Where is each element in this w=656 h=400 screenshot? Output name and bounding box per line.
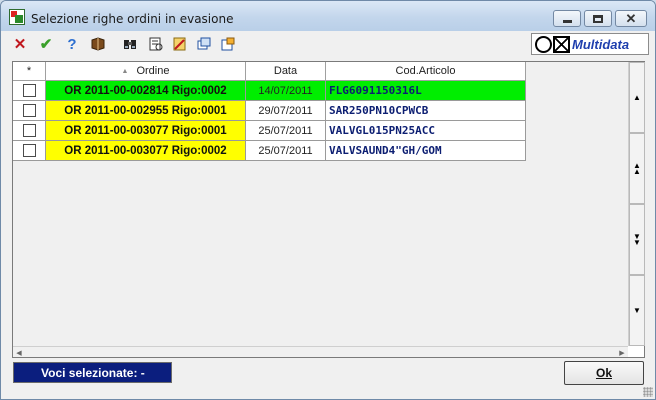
help-icon[interactable]: ?: [63, 35, 81, 53]
book-icon[interactable]: [89, 35, 107, 53]
page-up-icon: ▲ ▲: [633, 160, 641, 176]
column-header-ordine[interactable]: ▲ Ordine: [46, 62, 246, 81]
column-header-data-label: Data: [273, 65, 298, 77]
toolbar: ✕ ✔ ? Multidata: [1, 31, 655, 57]
minimize-button[interactable]: [553, 10, 581, 27]
codice-cell[interactable]: VALVSAUND4"GH/GOM: [326, 141, 526, 161]
confirm-check-icon[interactable]: ✔: [37, 35, 55, 53]
horizontal-scrollbar[interactable]: ◀ ▶: [13, 346, 628, 357]
last-icon: ▼: [633, 306, 641, 315]
data-cell[interactable]: 14/07/2011: [246, 81, 326, 101]
row-checkbox-cell[interactable]: [13, 121, 46, 141]
maximize-icon: [593, 14, 603, 23]
codice-cell[interactable]: VALVGL015PN25ACC: [326, 121, 526, 141]
delete-icon[interactable]: ✕: [11, 35, 29, 53]
first-icon: ▲: [633, 93, 641, 102]
scroll-last-button[interactable]: ▼: [629, 275, 645, 346]
column-header-ordine-label: Ordine: [136, 65, 170, 77]
row-checkbox[interactable]: [22, 124, 36, 137]
grid-viewport: * ▲ Ordine Data Cod.Articolo OR 2011-00-…: [13, 62, 628, 346]
dialog-window: Selezione righe ordini in evasione ✕ ✕ ✔…: [0, 0, 656, 400]
table-row[interactable]: OR 2011-00-002955 Rigo:0001 29/07/2011 S…: [13, 101, 526, 121]
row-checkbox-cell[interactable]: [13, 81, 46, 101]
binoculars-icon[interactable]: [121, 35, 139, 53]
logo-circle-icon: [535, 36, 552, 53]
data-cell[interactable]: 25/07/2011: [246, 141, 326, 161]
table-row[interactable]: OR 2011-00-003077 Rigo:0001 25/07/2011 V…: [13, 121, 526, 141]
row-checkbox[interactable]: [22, 144, 36, 157]
orders-grid: * ▲ Ordine Data Cod.Articolo OR 2011-00-…: [12, 61, 645, 358]
ordine-cell[interactable]: OR 2011-00-002814 Rigo:0002: [46, 81, 246, 101]
title-bar[interactable]: Selezione righe ordini in evasione ✕: [1, 1, 655, 31]
codice-cell[interactable]: SAR250PN10CPWCB: [326, 101, 526, 121]
maximize-button[interactable]: [584, 10, 612, 27]
scroll-left-icon[interactable]: ◀: [13, 347, 25, 358]
print-preview-icon[interactable]: [147, 35, 165, 53]
selection-status: Voci selezionate: -: [13, 362, 172, 383]
scroll-page-up-button[interactable]: ▲ ▲: [629, 133, 645, 204]
row-checkbox[interactable]: [22, 104, 36, 117]
ok-button[interactable]: Ok: [564, 361, 644, 385]
vertical-scrollbar[interactable]: ▲ ▲ ▲ ▼ ▼ ▼: [628, 62, 645, 346]
resize-grip-icon[interactable]: [643, 387, 653, 397]
ordine-cell[interactable]: OR 2011-00-002955 Rigo:0001: [46, 101, 246, 121]
scroll-right-icon[interactable]: ▶: [616, 347, 628, 358]
codice-cell[interactable]: FLG6091150316L: [326, 81, 526, 101]
close-icon: ✕: [625, 11, 637, 26]
app-icon: [9, 9, 25, 25]
minimize-icon: [562, 20, 572, 23]
row-checkbox-cell[interactable]: [13, 141, 46, 161]
close-button[interactable]: ✕: [615, 10, 647, 27]
column-header-select[interactable]: *: [13, 62, 46, 81]
column-header-select-label: *: [26, 65, 32, 77]
copy-window-icon[interactable]: [195, 35, 213, 53]
column-header-codice[interactable]: Cod.Articolo: [326, 62, 526, 81]
data-cell[interactable]: 25/07/2011: [246, 121, 326, 141]
row-checkbox-cell[interactable]: [13, 101, 46, 121]
column-header-data[interactable]: Data: [246, 62, 326, 81]
brand-name: Multidata: [572, 37, 630, 52]
column-header-codice-label: Cod.Articolo: [395, 65, 456, 77]
row-checkbox[interactable]: [22, 84, 36, 97]
export-icon[interactable]: [219, 35, 237, 53]
sort-ascending-icon: ▲: [121, 67, 129, 75]
brand-logo: Multidata: [531, 33, 649, 55]
edit-doc-icon[interactable]: [171, 35, 189, 53]
window-title: Selezione righe ordini in evasione: [31, 12, 234, 26]
page-down-icon: ▼ ▼: [633, 231, 641, 247]
scroll-first-button[interactable]: ▲: [629, 62, 645, 133]
table-row[interactable]: OR 2011-00-002814 Rigo:0002 14/07/2011 F…: [13, 81, 526, 101]
scroll-page-down-button[interactable]: ▼ ▼: [629, 204, 645, 275]
table-row[interactable]: OR 2011-00-003077 Rigo:0002 25/07/2011 V…: [13, 141, 526, 161]
logo-cross-box-icon: [553, 36, 570, 53]
ordine-cell[interactable]: OR 2011-00-003077 Rigo:0002: [46, 141, 246, 161]
ordine-cell[interactable]: OR 2011-00-003077 Rigo:0001: [46, 121, 246, 141]
data-cell[interactable]: 29/07/2011: [246, 101, 326, 121]
